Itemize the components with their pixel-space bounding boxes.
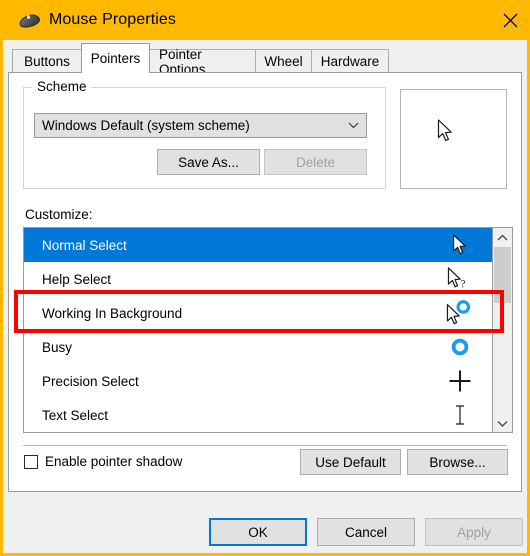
- apply-button[interactable]: Apply: [425, 518, 523, 546]
- enable-pointer-shadow-label: Enable pointer shadow: [45, 454, 183, 469]
- arrow-busy-cursor-icon: [440, 296, 480, 330]
- chevron-down-icon[interactable]: [493, 414, 512, 432]
- tab-wheel[interactable]: Wheel: [255, 49, 312, 73]
- ibeam-cursor-icon: [440, 398, 480, 432]
- window-title: Mouse Properties: [49, 11, 176, 28]
- pointer-list[interactable]: Normal Select Help Select ? Working In B…: [23, 227, 493, 433]
- chevron-down-icon: [340, 122, 366, 129]
- tab-strip: Buttons Pointers Pointer Options Wheel H…: [3, 40, 527, 77]
- list-item[interactable]: Precision Select: [24, 364, 492, 398]
- enable-pointer-shadow-checkbox[interactable]: [24, 454, 38, 469]
- arrow-cursor-icon: [440, 228, 480, 262]
- cancel-button[interactable]: Cancel: [317, 518, 415, 546]
- list-item[interactable]: Help Select ?: [24, 262, 492, 296]
- list-item[interactable]: Working In Background: [24, 296, 492, 330]
- busy-ring-cursor-icon: [440, 330, 480, 364]
- pointer-preview-pane: [400, 89, 507, 189]
- list-item-label: Busy: [42, 339, 73, 355]
- list-item[interactable]: Busy: [24, 330, 492, 364]
- arrow-help-cursor-icon: ?: [440, 262, 480, 296]
- use-default-button[interactable]: Use Default: [300, 449, 401, 475]
- scheme-dropdown-value: Windows Default (system scheme): [42, 118, 250, 133]
- scheme-group-label: Scheme: [33, 79, 91, 94]
- list-item-label: Working In Background: [42, 305, 183, 321]
- tab-hardware[interactable]: Hardware: [311, 49, 389, 73]
- crosshair-cursor-icon: [440, 364, 480, 398]
- tab-pointer-options[interactable]: Pointer Options: [149, 47, 256, 77]
- scrollbar-thumb[interactable]: [494, 247, 511, 303]
- list-scrollbar[interactable]: [493, 227, 513, 433]
- list-item[interactable]: Text Select: [24, 398, 492, 432]
- enable-pointer-shadow-row[interactable]: Enable pointer shadow: [24, 454, 182, 469]
- list-item-label: Text Select: [42, 407, 109, 423]
- browse-button[interactable]: Browse...: [407, 449, 508, 475]
- tab-buttons[interactable]: Buttons: [12, 49, 82, 73]
- list-item-label: Precision Select: [42, 373, 139, 389]
- list-item-label: Normal Select: [42, 237, 127, 253]
- separator: [23, 445, 507, 446]
- list-item-label: Help Select: [42, 271, 112, 287]
- tab-pointers[interactable]: Pointers: [81, 43, 150, 73]
- ok-button[interactable]: OK: [209, 518, 307, 546]
- arrow-cursor-icon: [437, 119, 454, 148]
- list-item[interactable]: Normal Select: [24, 228, 492, 262]
- customize-label: Customize:: [25, 207, 93, 222]
- delete-button[interactable]: Delete: [264, 149, 367, 175]
- mouse-icon: [17, 12, 42, 30]
- svg-text:?: ?: [460, 278, 465, 290]
- close-icon[interactable]: [487, 0, 530, 40]
- chevron-up-icon[interactable]: [493, 228, 512, 246]
- save-as-button[interactable]: Save As...: [157, 149, 260, 175]
- pointers-tab-page: Scheme Windows Default (system scheme) S…: [8, 72, 522, 492]
- title-bar: Mouse Properties: [3, 0, 530, 40]
- scheme-dropdown[interactable]: Windows Default (system scheme): [34, 113, 367, 138]
- mouse-properties-dialog: Mouse Properties Buttons Pointers Pointe…: [0, 0, 530, 556]
